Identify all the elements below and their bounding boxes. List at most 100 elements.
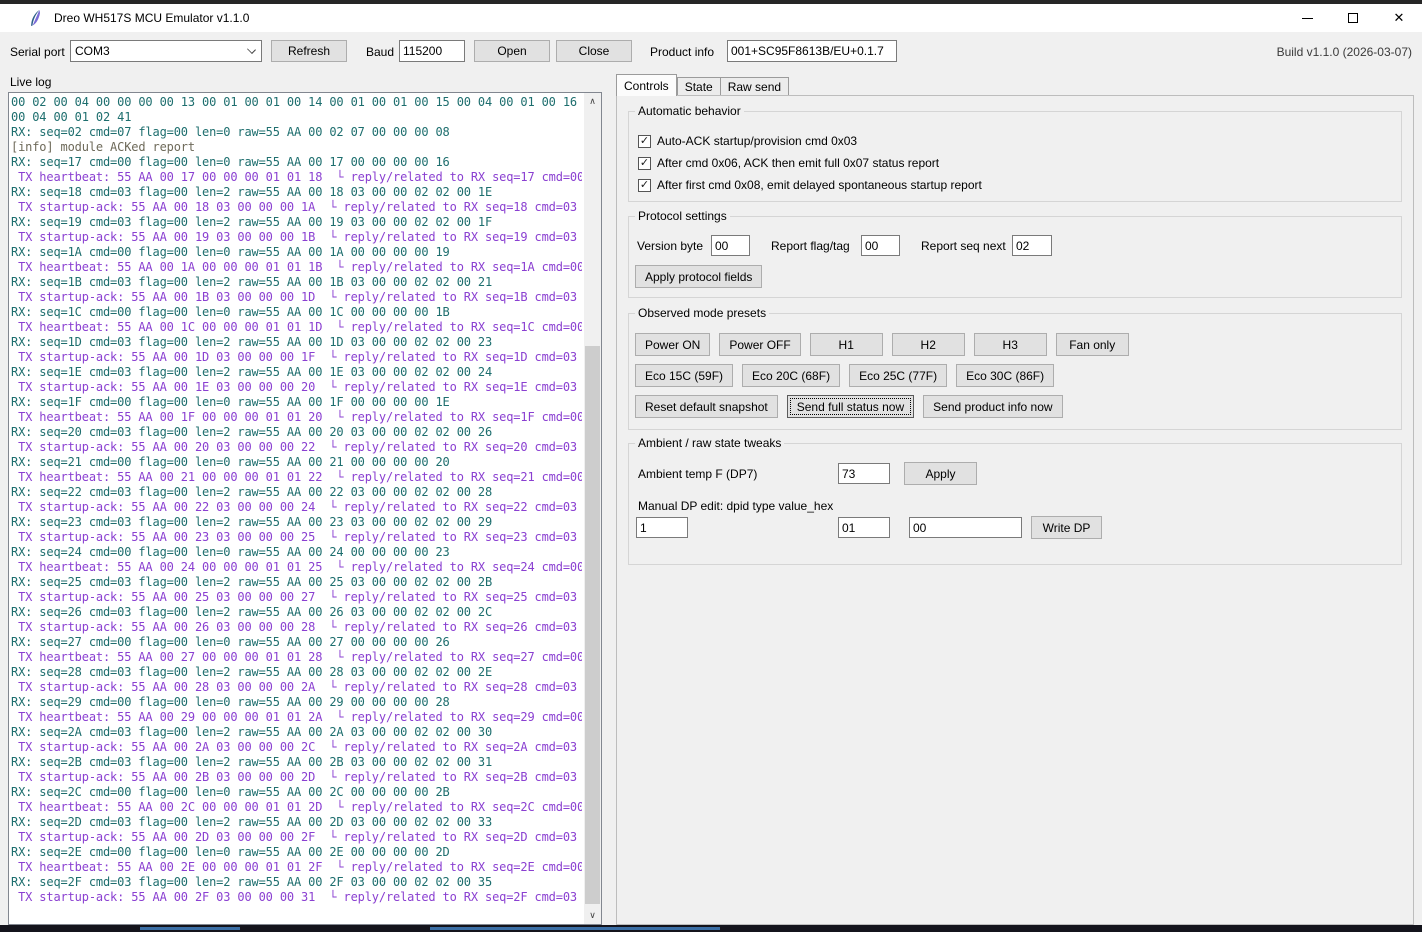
- dpid-input[interactable]: [636, 517, 688, 538]
- background-dash: [430, 927, 720, 930]
- dp-value-hex-input[interactable]: [909, 517, 1022, 538]
- log-line: TX heartbeat: 55 AA 00 24 00 00 00 01 01…: [11, 560, 582, 574]
- chevron-down-icon: [247, 45, 256, 54]
- scroll-up-icon[interactable]: ∧: [584, 93, 601, 110]
- checkbox-row[interactable]: ✓ Auto-ACK startup/provision cmd 0x03: [638, 133, 857, 149]
- log-line: RX: seq=2B cmd=03 flag=00 len=2 raw=55 A…: [11, 755, 493, 769]
- log-line: RX: seq=1F cmd=00 flag=00 len=0 raw=55 A…: [11, 395, 450, 409]
- log-line: RX: seq=2D cmd=03 flag=00 len=2 raw=55 A…: [11, 815, 493, 829]
- live-log-text[interactable]: 00 02 00 04 00 00 00 00 13 00 01 00 01 0…: [11, 95, 582, 922]
- log-line: RX: seq=19 cmd=03 flag=00 len=2 raw=55 A…: [11, 215, 493, 229]
- log-line: TX startup-ack: 55 AA 00 2F 03 00 00 00 …: [11, 890, 577, 904]
- log-line: RX: seq=18 cmd=03 flag=00 len=2 raw=55 A…: [11, 185, 493, 199]
- automatic-behavior-title: Automatic behavior: [635, 104, 744, 118]
- preset-button[interactable]: Send product info now: [923, 395, 1063, 418]
- open-button[interactable]: Open: [474, 40, 550, 62]
- preset-button[interactable]: Eco 30C (86F): [956, 364, 1055, 387]
- log-line: TX startup-ack: 55 AA 00 2A 03 00 00 00 …: [11, 740, 577, 754]
- checkbox-label: After cmd 0x06, ACK then emit full 0x07 …: [657, 156, 940, 170]
- titlebar[interactable]: Dreo WH517S MCU Emulator v1.1.0 ✕: [0, 4, 1422, 32]
- log-line: RX: seq=1B cmd=03 flag=00 len=2 raw=55 A…: [11, 275, 493, 289]
- preset-button[interactable]: Eco 15C (59F): [635, 364, 734, 387]
- report-seq-label: Report seq next: [921, 239, 1006, 253]
- serial-port-combobox[interactable]: COM3: [70, 40, 262, 62]
- serial-port-label: Serial port: [10, 45, 65, 59]
- preset-button[interactable]: Power ON: [635, 333, 711, 356]
- close-button[interactable]: ✕: [1376, 4, 1422, 32]
- log-line: RX: seq=2A cmd=03 flag=00 len=2 raw=55 A…: [11, 725, 493, 739]
- checkbox-row[interactable]: ✓ After first cmd 0x08, emit delayed spon…: [638, 177, 982, 193]
- log-line: TX heartbeat: 55 AA 00 1A 00 00 00 01 01…: [11, 260, 582, 274]
- refresh-button[interactable]: Refresh: [271, 40, 347, 62]
- preset-button[interactable]: H1: [809, 333, 883, 356]
- log-line: RX: seq=1D cmd=03 flag=00 len=2 raw=55 A…: [11, 335, 493, 349]
- minimize-button[interactable]: [1284, 4, 1330, 32]
- report-flag-input[interactable]: [861, 235, 900, 256]
- tab-raw-send[interactable]: Raw send: [720, 77, 790, 96]
- checkbox[interactable]: ✓: [638, 156, 651, 170]
- log-scrollbar[interactable]: ∧ ∨: [584, 93, 601, 924]
- preset-button[interactable]: Eco 20C (68F): [742, 364, 841, 387]
- protocol-settings-group: Protocol settings Version byte Report fl…: [628, 209, 1402, 298]
- preset-button[interactable]: Fan only: [1055, 333, 1129, 356]
- log-line: RX: seq=21 cmd=00 flag=00 len=0 raw=55 A…: [11, 455, 450, 469]
- preset-button[interactable]: Send full status now: [786, 395, 915, 418]
- build-label: Build v1.1.0 (2026-03-07): [1276, 45, 1412, 59]
- right-notebook: Controls State Raw send Automatic behavi…: [616, 74, 1414, 925]
- log-line: TX startup-ack: 55 AA 00 18 03 00 00 00 …: [11, 200, 577, 214]
- tab-bar: Controls State Raw send: [616, 74, 790, 96]
- apply-protocol-fields-button[interactable]: Apply protocol fields: [635, 265, 763, 288]
- preset-button[interactable]: H2: [891, 333, 965, 356]
- log-line: TX startup-ack: 55 AA 00 19 03 00 00 00 …: [11, 230, 577, 244]
- dp-type-input[interactable]: [838, 517, 890, 538]
- background-dash: [140, 927, 240, 930]
- log-line: TX startup-ack: 55 AA 00 20 03 00 00 00 …: [11, 440, 577, 454]
- log-line: RX: seq=1C cmd=00 flag=00 len=0 raw=55 A…: [11, 305, 450, 319]
- log-line: TX heartbeat: 55 AA 00 17 00 00 00 01 01…: [11, 170, 582, 184]
- log-line: TX startup-ack: 55 AA 00 25 03 00 00 00 …: [11, 590, 577, 604]
- presets-row1: Power ON Power OFF H1 H2 H3 Fan only: [635, 333, 1129, 356]
- close-port-button[interactable]: Close: [556, 40, 632, 62]
- log-line: RX: seq=24 cmd=00 flag=00 len=0 raw=55 A…: [11, 545, 450, 559]
- log-line: TX startup-ack: 55 AA 00 2D 03 00 00 00 …: [11, 830, 577, 844]
- log-line: TX startup-ack: 55 AA 00 26 03 00 00 00 …: [11, 620, 577, 634]
- product-info-input[interactable]: [727, 40, 897, 62]
- observed-mode-presets-group: Observed mode presets Power ON Power OFF H…: [628, 306, 1402, 430]
- preset-button[interactable]: Power OFF: [719, 333, 801, 356]
- report-seq-input[interactable]: [1012, 235, 1052, 256]
- log-line: TX heartbeat: 55 AA 00 2C 00 00 00 01 01…: [11, 800, 582, 814]
- app-window: Dreo WH517S MCU Emulator v1.1.0 ✕ Serial…: [0, 0, 1422, 932]
- preset-button[interactable]: Reset default snapshot: [635, 395, 778, 418]
- ambient-tweaks-title: Ambient / raw state tweaks: [635, 436, 785, 450]
- preset-button[interactable]: H3: [973, 333, 1047, 356]
- checkbox[interactable]: ✓: [638, 134, 651, 148]
- scroll-down-icon[interactable]: ∨: [584, 907, 601, 924]
- maximize-button[interactable]: [1330, 4, 1376, 32]
- ambient-temp-input[interactable]: [838, 463, 890, 484]
- scrollbar-thumb[interactable]: [585, 346, 600, 904]
- checkbox-row[interactable]: ✓ After cmd 0x06, ACK then emit full 0x07…: [638, 155, 939, 171]
- log-line: RX: seq=27 cmd=00 flag=00 len=0 raw=55 A…: [11, 635, 450, 649]
- log-line: RX: seq=17 cmd=00 flag=00 len=0 raw=55 A…: [11, 155, 450, 169]
- log-line: RX: seq=25 cmd=03 flag=00 len=2 raw=55 A…: [11, 575, 493, 589]
- presets-row3: Reset default snapshot Send full status n…: [635, 395, 1063, 418]
- checkbox[interactable]: ✓: [638, 178, 651, 192]
- log-line: TX startup-ack: 55 AA 00 1B 03 00 00 00 …: [11, 290, 577, 304]
- ambient-apply-button[interactable]: Apply: [904, 462, 977, 485]
- preset-button[interactable]: Eco 25C (77F): [849, 364, 948, 387]
- log-line: TX startup-ack: 55 AA 00 28 03 00 00 00 …: [11, 680, 577, 694]
- log-line: TX startup-ack: 55 AA 00 23 03 00 00 00 …: [11, 530, 577, 544]
- baud-input[interactable]: [399, 40, 465, 62]
- log-line: RX: seq=28 cmd=03 flag=00 len=2 raw=55 A…: [11, 665, 493, 679]
- log-line: TX heartbeat: 55 AA 00 29 00 00 00 01 01…: [11, 710, 582, 724]
- log-line: TX startup-ack: 55 AA 00 2B 03 00 00 00 …: [11, 770, 577, 784]
- tab-state[interactable]: State: [676, 77, 721, 96]
- feather-icon: [31, 10, 40, 26]
- ambient-tweaks-group: Ambient / raw state tweaks Ambient temp …: [628, 436, 1402, 565]
- write-dp-button[interactable]: Write DP: [1031, 516, 1102, 539]
- log-line: RX: seq=20 cmd=03 flag=00 len=2 raw=55 A…: [11, 425, 493, 439]
- close-icon: ✕: [1393, 10, 1405, 25]
- tab-controls[interactable]: Controls: [616, 74, 677, 96]
- log-line: 00 04 00 01 02 41: [11, 110, 132, 124]
- version-byte-input[interactable]: [711, 235, 750, 256]
